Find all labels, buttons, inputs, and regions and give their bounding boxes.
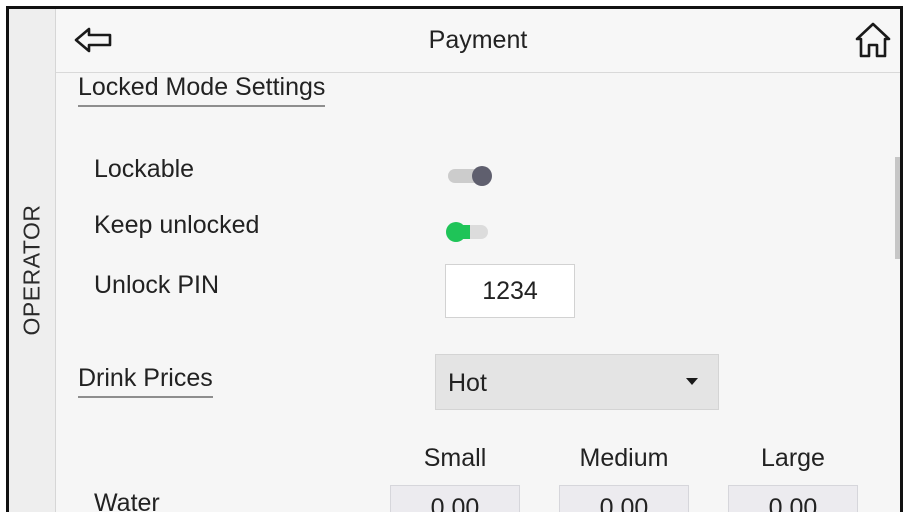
col-header-small: Small [423,444,487,472]
lockable-toggle-knob [472,166,492,186]
header-bar: Payment [56,9,900,73]
app-frame: OPERATOR Payment Locked Mode Settings Lo… [6,6,903,512]
drink-prices-section-title: Drink Prices [78,364,213,398]
lockable-label: Lockable [94,155,195,183]
home-button[interactable] [854,21,892,59]
price-input-medium[interactable]: 0.00 [559,485,689,512]
operator-tab-label: OPERATOR [18,204,45,336]
scrollbar-thumb[interactable] [895,157,900,259]
keep-unlocked-toggle-knob [446,222,466,242]
keep-unlocked-label: Keep unlocked [94,211,260,239]
locked-mode-section-title: Locked Mode Settings [78,73,326,107]
drink-type-dropdown[interactable]: Hot [435,354,719,410]
unlock-pin-label: Unlock PIN [94,271,220,299]
home-icon [855,22,891,58]
col-header-medium: Medium [579,444,669,472]
main-panel: Payment Locked Mode Settings Lockable Ke… [56,9,900,512]
col-header-large: Large [761,444,825,472]
operator-side-tab[interactable]: OPERATOR [9,9,56,512]
caret-down-icon [686,378,698,385]
price-row-label: Water [94,489,160,512]
keep-unlocked-toggle[interactable] [446,222,492,242]
price-input-large[interactable]: 0.00 [728,485,858,512]
lockable-toggle[interactable] [448,166,494,186]
price-input-small[interactable]: 0.00 [390,485,520,512]
unlock-pin-input[interactable]: 1234 [445,264,575,318]
drink-type-selected: Hot [448,369,487,397]
page-title: Payment [428,26,528,54]
